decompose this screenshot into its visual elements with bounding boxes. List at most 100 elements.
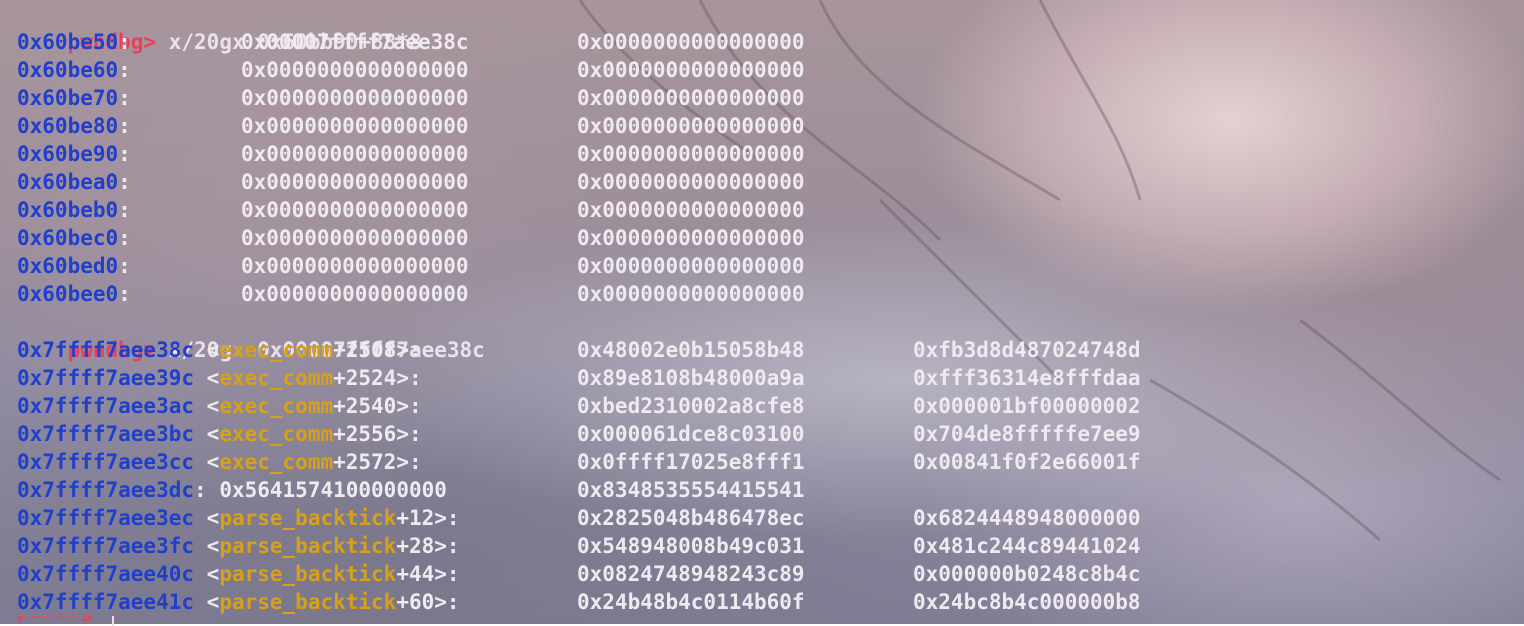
row-offset: +2508>:	[333, 338, 422, 362]
row-offset: +28>:	[396, 534, 460, 558]
row-value-1: 0x0000000000000000	[241, 170, 469, 194]
row-colon: :	[118, 58, 131, 82]
row-value-2: 0x0000000000000000	[577, 254, 805, 278]
row-value-1: 0x0000000000000000	[241, 58, 469, 82]
row-offset: +44>:	[396, 562, 460, 586]
row-value-1: 0x24b48b4c0114b60f	[577, 590, 805, 614]
row-symbol: parse_backtick	[219, 562, 397, 586]
memory-row: 0x7ffff7aee3ac <exec_comm+2540>: 0xbed231…	[17, 392, 1517, 420]
row-address: 0x7ffff7aee3dc	[17, 478, 195, 502]
memory-row: 0x7ffff7aee38c <exec_comm+2508>: 0x48002e…	[17, 336, 1517, 364]
row-value-2: 0x0000000000000000	[577, 114, 805, 138]
row-value-2: 0x0000000000000000	[577, 282, 805, 306]
row-address: 0x7ffff7aee3ac	[17, 394, 195, 418]
row-value-2: 0xfff36314e8fffdaa	[913, 366, 1141, 390]
row-value-1: 0xbed2310002a8cfe8	[577, 394, 805, 418]
row-value-2: 0x000000b0248c8b4c	[913, 562, 1141, 586]
terminal-output: pwndbg> x/20gx 0x60bb90+88*8 0x60be50: 0x…	[17, 0, 1517, 616]
row-address: 0x60be60	[17, 58, 119, 82]
row-value-1: 0x000061dce8c03100	[577, 422, 805, 446]
row-value-2: 0x0000000000000000	[577, 198, 805, 222]
row-value-2: 0x000001bf00000002	[913, 394, 1141, 418]
row-sym-open: <	[194, 422, 220, 446]
row-address: 0x7ffff7aee39c	[17, 366, 195, 390]
row-address: 0x60bee0	[17, 282, 119, 306]
row-sym-open: <	[194, 366, 220, 390]
row-address: 0x7ffff7aee38c	[17, 338, 195, 362]
memory-row: 0x7ffff7aee3dc: 0x5641574100000000 0x8348…	[17, 476, 1517, 504]
row-colon: :	[118, 198, 131, 222]
row-symbol: parse_backtick	[219, 506, 397, 530]
row-value-1: 0x8348535554415541	[577, 478, 805, 502]
memory-row: 0x60bea0: 0x0000000000000000 0x00000000000…	[17, 168, 1517, 196]
row-value-2: 0x0000000000000000	[577, 226, 805, 250]
row-value-1: 0x0ffff17025e8fff1	[577, 450, 805, 474]
row-address: 0x60beb0	[17, 198, 119, 222]
memory-dump-2: 0x7ffff7aee38c <exec_comm+2508>: 0x48002e…	[17, 336, 1517, 616]
row-offset: +2524>:	[333, 366, 422, 390]
memory-row: 0x7ffff7aee3fc <parse_backtick+28>: 0x548…	[17, 532, 1517, 560]
row-sym-open: <	[194, 450, 220, 474]
memory-row: 0x60be70: 0x0000000000000000 0x00000000000…	[17, 84, 1517, 112]
memory-row: 0x7ffff7aee3bc <exec_comm+2556>: 0x000061…	[17, 420, 1517, 448]
memory-row: 0x60bed0: 0x0000000000000000 0x00000000000…	[17, 252, 1517, 280]
row-value-2: 0x0000000000000000	[577, 86, 805, 110]
row-colon: :	[118, 86, 131, 110]
row-symbol: exec_comm	[219, 366, 334, 390]
row-value-1: 0x0000000000000000	[241, 114, 469, 138]
row-sym-open: <	[194, 590, 220, 614]
row-address: 0x60be50	[17, 30, 119, 54]
row-address: 0x60be80	[17, 114, 119, 138]
next-prompt-partial: pwndbg>	[17, 616, 107, 624]
row-value-2: 0x24bc8b4c000000b8	[913, 590, 1141, 614]
row-address: 0x7ffff7aee40c	[17, 562, 195, 586]
terminal-cursor[interactable]	[112, 616, 114, 626]
memory-row: 0x7ffff7aee3cc <exec_comm+2572>: 0x0ffff1…	[17, 448, 1517, 476]
row-address: 0x60bec0	[17, 226, 119, 250]
row-address: 0x7ffff7aee3fc	[17, 534, 195, 558]
row-sym-open: <	[194, 506, 220, 530]
row-value-1: 0x48002e0b15058b48	[577, 338, 805, 362]
row-colon: :	[118, 170, 131, 194]
row-offset: +12>:	[396, 506, 460, 530]
row-address: 0x60bea0	[17, 170, 119, 194]
row-address: 0x60bed0	[17, 254, 119, 278]
row-address: 0x60be90	[17, 142, 119, 166]
row-value-1: 0x0000000000000000	[241, 282, 469, 306]
memory-row: 0x60be50: 0x00007ffff7aee38c 0x00000000000…	[17, 28, 1517, 56]
memory-row: 0x60beb0: 0x0000000000000000 0x00000000000…	[17, 196, 1517, 224]
memory-row: 0x7ffff7aee40c <parse_backtick+44>: 0x082…	[17, 560, 1517, 588]
row-address: 0x60be70	[17, 86, 119, 110]
row-value-2: 0x704de8fffffe7ee9	[913, 422, 1141, 446]
row-sym-open: <	[194, 394, 220, 418]
row-value-2: 0x0000000000000000	[577, 58, 805, 82]
row-address: 0x7ffff7aee3ec	[17, 506, 195, 530]
row-value-1: 0x89e8108b48000a9a	[577, 366, 805, 390]
row-value-2: 0x00841f0f2e66001f	[913, 450, 1141, 474]
row-value-2: 0x0000000000000000	[577, 30, 805, 54]
row-colon: :	[118, 254, 131, 278]
row-symbol: parse_backtick	[219, 534, 397, 558]
row-address: 0x7ffff7aee3cc	[17, 450, 195, 474]
row-value-1: 0x548948008b49c031	[577, 534, 805, 558]
row-symbol: exec_comm	[219, 422, 334, 446]
row-offset: +60>:	[396, 590, 460, 614]
row-value-0: 0x5641574100000000	[219, 478, 447, 502]
memory-row: 0x60be60: 0x0000000000000000 0x00000000000…	[17, 56, 1517, 84]
prompt-line-1: pwndbg> x/20gx 0x60bb90+88*8	[17, 0, 1517, 54]
memory-dump-1: 0x60be50: 0x00007ffff7aee38c 0x00000000000…	[17, 28, 1517, 308]
row-symbol: exec_comm	[219, 450, 334, 474]
memory-row: 0x7ffff7aee39c <exec_comm+2524>: 0x89e810…	[17, 364, 1517, 392]
row-value-1: 0x0000000000000000	[241, 254, 469, 278]
row-offset: +2540>:	[333, 394, 422, 418]
row-offset: +2572>:	[333, 450, 422, 474]
row-value-2: 0x481c244c89441024	[913, 534, 1141, 558]
row-colon: :	[118, 30, 131, 54]
row-value-1: 0x0000000000000000	[241, 198, 469, 222]
memory-row: 0x60be90: 0x0000000000000000 0x00000000000…	[17, 140, 1517, 168]
row-colon: :	[118, 226, 131, 250]
row-address: 0x7ffff7aee41c	[17, 590, 195, 614]
row-colon: :	[118, 142, 131, 166]
row-value-1: 0x0824748948243c89	[577, 562, 805, 586]
row-value-1: 0x00007ffff7aee38c	[241, 30, 469, 54]
